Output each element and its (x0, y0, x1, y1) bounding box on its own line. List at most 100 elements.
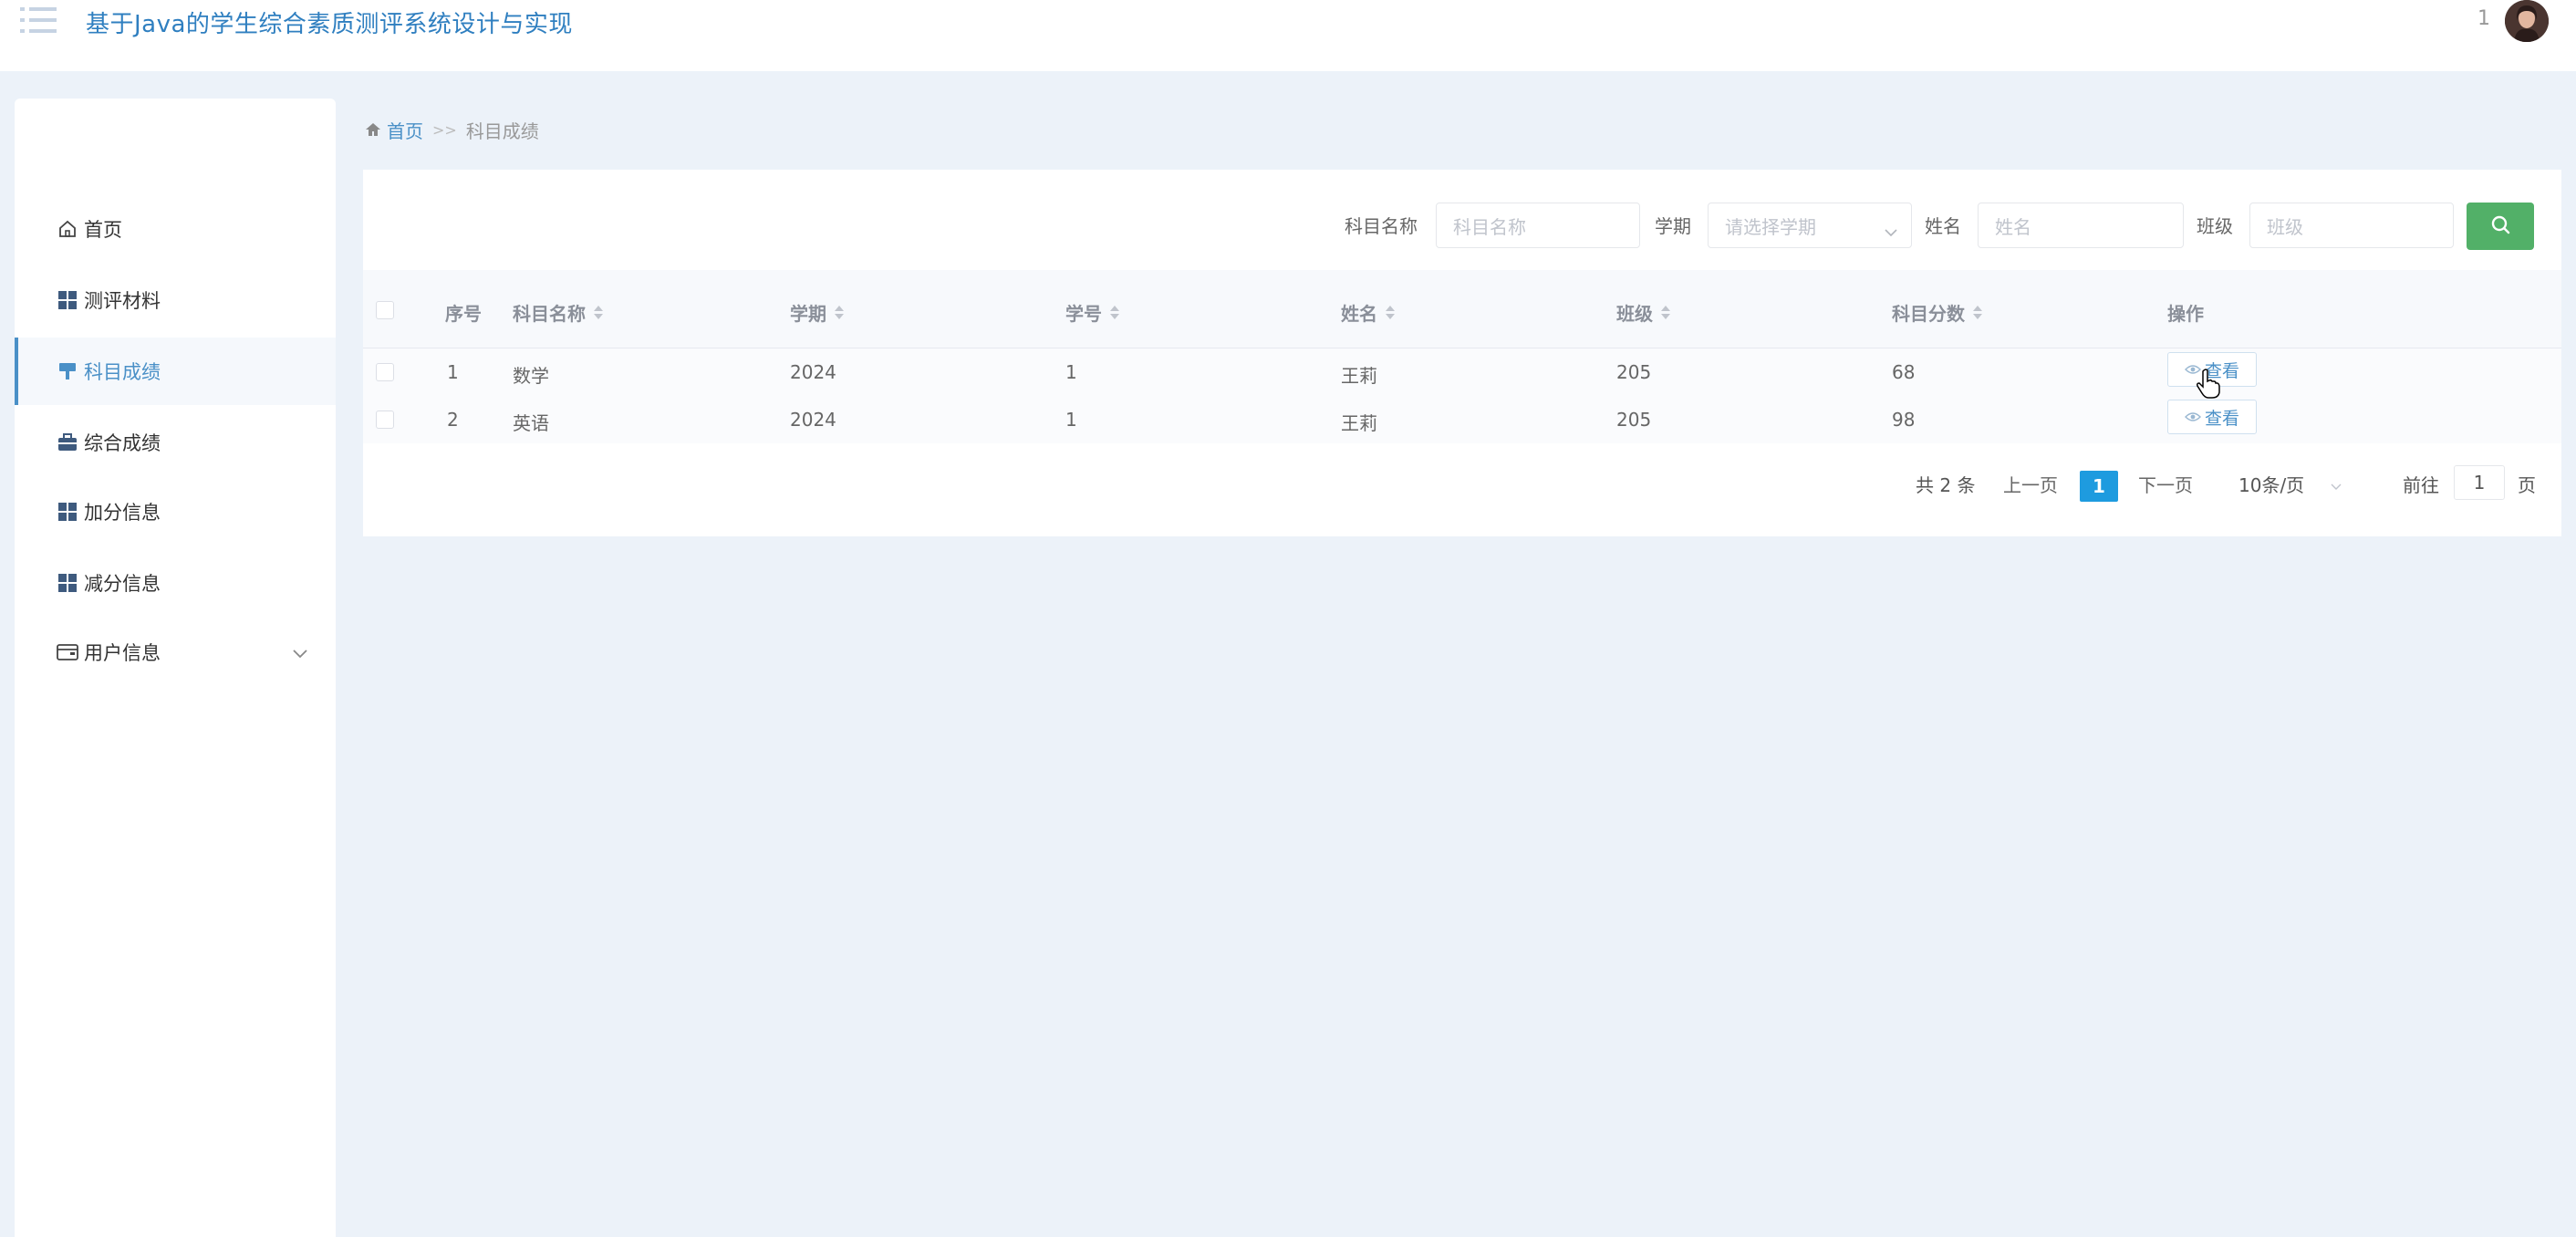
sidebar: 首页 测评材料 科目成绩 综合成绩 加分信息 减分信息 用户信息 (15, 99, 336, 1237)
student-name-placeholder: 姓名 (1995, 215, 2031, 238)
breadcrumb-current: 科目成绩 (465, 120, 539, 142)
user-count: 1 (2477, 7, 2490, 30)
column-header-label: 序号 (445, 303, 482, 325)
table-row: 2 英语 2024 1 王莉 205 98 查看 (363, 396, 2561, 443)
column-header-index: 序号 (445, 299, 482, 326)
cell-term: 2024 (790, 409, 836, 431)
wallet-icon (57, 641, 78, 663)
page-size-select[interactable]: 10条/页 (2238, 471, 2342, 497)
subject-name-input[interactable]: 科目名称 (1436, 203, 1640, 248)
sort-icon[interactable] (1972, 305, 1983, 321)
breadcrumb-home-link[interactable]: 首页 (387, 117, 423, 143)
grid-icon (57, 501, 78, 523)
class-placeholder: 班级 (2267, 215, 2303, 238)
class-label: 班级 (2197, 215, 2233, 237)
column-header-score[interactable]: 科目分数 (1892, 299, 1983, 326)
sidebar-item-label: 减分信息 (84, 573, 161, 595)
cell-term: 2024 (790, 361, 836, 383)
table-row: 1 数学 2024 1 王莉 205 68 查看 (363, 348, 2561, 396)
home-icon (57, 218, 78, 240)
sidebar-item-overall-scores[interactable]: 综合成绩 (15, 409, 336, 476)
sidebar-item-deduction[interactable]: 减分信息 (15, 549, 336, 617)
sort-icon[interactable] (593, 305, 604, 321)
briefcase-icon (57, 431, 78, 453)
eye-icon (2184, 407, 2201, 427)
column-header-label: 操作 (2167, 303, 2204, 325)
sidebar-item-materials[interactable]: 测评材料 (15, 266, 336, 334)
goto-label: 前往 (2403, 474, 2439, 496)
cell-subject: 数学 (513, 365, 549, 387)
cell-index: 2 (447, 409, 459, 431)
column-header-label: 班级 (1616, 303, 1653, 325)
pagination-next-button[interactable]: 下一页 (2138, 471, 2193, 497)
search-icon (2489, 213, 2511, 239)
cell-student-id: 1 (1065, 409, 1077, 431)
column-header-name[interactable]: 姓名 (1341, 299, 1396, 326)
sidebar-item-users[interactable]: 用户信息 (15, 618, 336, 686)
term-placeholder: 请选择学期 (1725, 215, 1816, 238)
column-header-label: 学期 (790, 303, 826, 325)
view-button[interactable]: 查看 (2167, 400, 2257, 434)
cell-class: 205 (1616, 361, 1652, 383)
term-select[interactable]: 请选择学期 (1708, 203, 1912, 248)
goto-page-input[interactable]: 1 (2454, 465, 2505, 500)
student-name-label: 姓名 (1925, 215, 1961, 237)
sidebar-item-label: 测评材料 (84, 290, 161, 312)
column-header-student-id[interactable]: 学号 (1065, 299, 1120, 326)
grid-icon (57, 572, 78, 594)
table-header: 序号 科目名称 学期 学号 姓名 班级 科目分数 操作 (363, 270, 2561, 348)
page-unit-label: 页 (2518, 474, 2536, 496)
cell-subject: 英语 (513, 412, 549, 434)
view-button-label: 查看 (2204, 408, 2239, 429)
breadcrumb: 首页 >> 科目成绩 (365, 117, 539, 143)
sidebar-item-label: 加分信息 (84, 502, 161, 524)
column-header-actions: 操作 (2167, 299, 2204, 326)
cell-score: 68 (1892, 361, 1916, 383)
sidebar-item-label: 用户信息 (84, 642, 161, 664)
page-size-value: 10条/页 (2238, 474, 2305, 496)
pagination-prev-button[interactable]: 上一页 (2003, 471, 2058, 497)
sort-icon[interactable] (1109, 305, 1120, 321)
grid-icon (57, 289, 78, 311)
row-checkbox[interactable] (376, 411, 394, 429)
term-label: 学期 (1655, 215, 1691, 237)
chevron-down-icon (292, 642, 308, 664)
cell-class: 205 (1616, 409, 1652, 431)
chevron-down-icon (1884, 220, 1898, 242)
column-header-label: 科目名称 (513, 303, 586, 325)
sidebar-item-label: 综合成绩 (84, 432, 161, 454)
cell-name: 王莉 (1341, 365, 1377, 387)
sort-icon[interactable] (1660, 305, 1671, 321)
menu-list-icon[interactable] (18, 5, 58, 35)
brush-icon (57, 360, 78, 382)
sidebar-item-subject-scores[interactable]: 科目成绩 (15, 338, 336, 405)
search-button[interactable] (2467, 203, 2534, 250)
cell-name: 王莉 (1341, 412, 1377, 434)
class-input[interactable]: 班级 (2249, 203, 2454, 248)
sidebar-item-bonus[interactable]: 加分信息 (15, 478, 336, 546)
select-all-checkbox[interactable] (376, 301, 394, 319)
chevron-down-icon (2330, 473, 2342, 495)
user-avatar[interactable] (2505, 0, 2549, 42)
sidebar-item-label: 科目成绩 (84, 361, 161, 383)
column-header-label: 学号 (1065, 303, 1102, 325)
pagination-page-1[interactable]: 1 (2080, 471, 2118, 502)
column-header-subject[interactable]: 科目名称 (513, 299, 604, 326)
student-name-input[interactable]: 姓名 (1978, 203, 2184, 248)
sort-icon[interactable] (1385, 305, 1396, 321)
subject-name-placeholder: 科目名称 (1453, 215, 1526, 238)
home-icon (365, 120, 381, 141)
hand-cursor-icon (2197, 369, 2220, 403)
column-header-class[interactable]: 班级 (1616, 299, 1671, 326)
cell-score: 98 (1892, 409, 1916, 431)
app-title: 基于Java的学生综合素质测评系统设计与实现 (86, 11, 573, 38)
cell-student-id: 1 (1065, 361, 1077, 383)
breadcrumb-separator: >> (432, 121, 457, 139)
cell-index: 1 (447, 361, 459, 383)
sidebar-item-home[interactable]: 首页 (15, 195, 336, 263)
sort-icon[interactable] (834, 305, 845, 321)
pagination-total: 共 2 条 (1916, 474, 1976, 496)
column-header-term[interactable]: 学期 (790, 299, 845, 326)
sidebar-item-label: 首页 (84, 219, 122, 241)
row-checkbox[interactable] (376, 363, 394, 381)
